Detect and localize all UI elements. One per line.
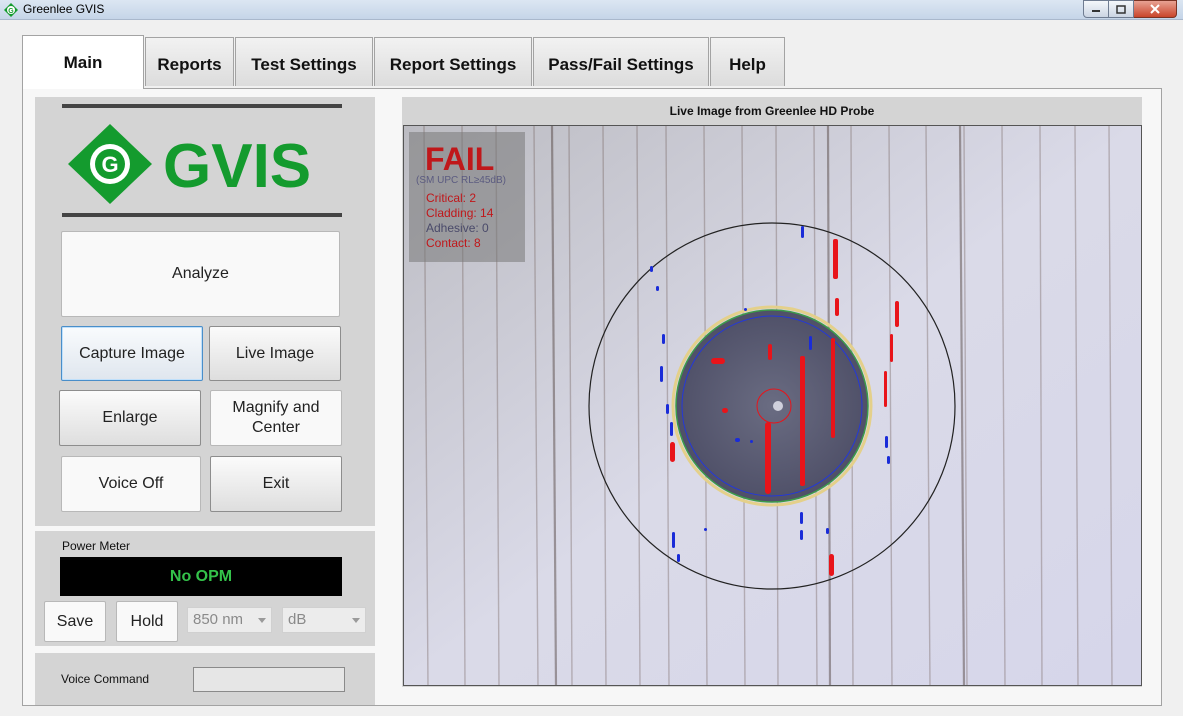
tab-label: Report Settings — [389, 55, 517, 74]
app-icon: G — [4, 3, 18, 17]
tab-pass-fail-settings[interactable]: Pass/Fail Settings — [533, 37, 709, 86]
button-label: Enlarge — [102, 409, 158, 426]
unit-select[interactable]: dB — [282, 607, 366, 633]
button-label: Hold — [130, 612, 164, 630]
button-label-line-1: Magnify and — [232, 399, 320, 416]
live-image-button[interactable]: Live Image — [209, 326, 341, 381]
tab-label: Reports — [157, 55, 222, 74]
stat-cladding: Cladding: 14 — [426, 206, 494, 220]
tab-report-settings[interactable]: Report Settings — [374, 37, 532, 86]
tab-label: Pass/Fail Settings — [548, 55, 694, 74]
button-label: Capture Image — [79, 344, 185, 362]
wavelength-select[interactable]: 850 nm — [187, 607, 272, 633]
live-image-title: Live Image from Greenlee HD Probe — [669, 103, 875, 118]
fail-status: FAIL — [425, 141, 495, 177]
stat-adhesive: Adhesive: 0 — [426, 221, 489, 235]
close-icon — [1150, 4, 1160, 14]
button-label: Exit — [262, 475, 290, 492]
minimize-icon — [1092, 10, 1100, 12]
tab-label: Help — [729, 55, 766, 74]
close-button[interactable] — [1134, 0, 1177, 18]
gvis-logo: G GVIS — [68, 124, 311, 204]
unit-value: dB — [288, 611, 307, 628]
window-title: Greenlee GVIS — [23, 2, 105, 16]
capture-image-button[interactable]: Capture Image — [61, 326, 203, 381]
analyze-button[interactable]: Analyze — [61, 231, 340, 317]
power-meter-label: Power Meter — [62, 539, 131, 553]
logo-top-divider — [62, 104, 342, 108]
save-button[interactable]: Save — [44, 601, 106, 642]
opm-display: No OPM — [60, 557, 342, 596]
button-label-line-2: Center — [251, 419, 301, 436]
tab-reports[interactable]: Reports — [145, 37, 234, 86]
tab-test-settings[interactable]: Test Settings — [235, 37, 373, 86]
stat-critical: Critical: 2 — [426, 191, 477, 205]
stat-contact: Contact: 8 — [426, 236, 481, 250]
magnify-and-center-button[interactable]: Magnify and Center — [210, 390, 342, 446]
voice-command-field — [193, 667, 345, 692]
chevron-down-icon — [352, 618, 360, 623]
voice-off-button[interactable]: Voice Off — [61, 456, 201, 512]
logo-text: GVIS — [163, 132, 311, 201]
tab-label: Test Settings — [251, 55, 357, 74]
wavelength-value: 850 nm — [193, 611, 244, 628]
hold-button[interactable]: Hold — [116, 601, 178, 642]
minimize-button[interactable] — [1083, 0, 1109, 18]
button-label: Analyze — [172, 265, 229, 282]
tab-main[interactable]: Main — [22, 35, 144, 89]
title-bar: G Greenlee GVIS — [0, 0, 1183, 20]
chevron-down-icon — [258, 618, 266, 623]
voice-command-label: Voice Command — [61, 672, 150, 686]
enlarge-button[interactable]: Enlarge — [59, 390, 201, 446]
pass-fail-criteria: (SM UPC RL≥45dB) — [416, 175, 506, 186]
maximize-button[interactable] — [1109, 0, 1134, 18]
button-label: Save — [56, 612, 94, 630]
maximize-icon — [1116, 4, 1126, 14]
tab-help[interactable]: Help — [710, 37, 785, 86]
logo-bottom-divider — [62, 213, 342, 217]
button-label: Voice Off — [98, 475, 164, 492]
tab-label: Main — [63, 52, 103, 72]
logo-letter: G — [101, 152, 118, 177]
svg-text:G: G — [8, 8, 14, 15]
button-label: Live Image — [235, 344, 315, 362]
exit-button[interactable]: Exit — [210, 456, 342, 512]
